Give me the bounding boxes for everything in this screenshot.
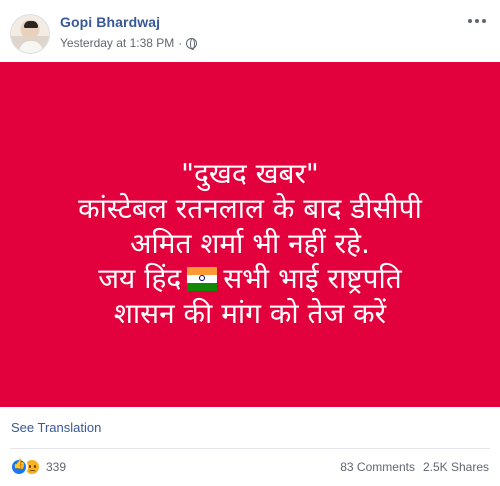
banner-line: सभी भाई राष्ट्रपति xyxy=(223,262,402,295)
meta-separator: · xyxy=(178,36,183,50)
more-dot xyxy=(482,19,486,23)
banner-line: जय हिंद xyxy=(98,262,182,295)
engagement-stats: 83 Comments 2.5K Shares xyxy=(340,460,489,474)
avatar-body xyxy=(18,40,44,53)
reaction-count: 339 xyxy=(46,460,67,474)
more-options-icon[interactable] xyxy=(465,14,489,28)
avatar-hair xyxy=(24,21,38,28)
reactions-summary[interactable]: 339 xyxy=(10,458,66,476)
post-timestamp[interactable]: Yesterday at 1:38 PM xyxy=(60,36,174,50)
shares-count[interactable]: 2.5K Shares xyxy=(423,460,489,474)
banner-line-with-flag: जय हिंद सभी भाई राष्ट्रपति xyxy=(98,261,401,296)
like-icon xyxy=(10,458,28,476)
banner-line: अमित शर्मा भी नहीं रहे. xyxy=(130,227,370,260)
divider xyxy=(10,448,490,449)
more-dot xyxy=(468,19,472,23)
india-flag-icon xyxy=(187,267,218,291)
comments-count[interactable]: 83 Comments xyxy=(340,460,415,474)
banner-line: "दुखद खबर" xyxy=(181,157,319,190)
more-dot xyxy=(475,19,479,23)
globe-icon[interactable] xyxy=(186,37,198,50)
post-meta: Yesterday at 1:38 PM · xyxy=(60,36,198,50)
author-name[interactable]: Gopi Bhardwaj xyxy=(60,14,160,30)
post-banner: "दुखद खबर" कांस्टेबल रतनलाल के बाद डीसीप… xyxy=(0,62,500,407)
see-translation-link[interactable]: See Translation xyxy=(11,420,101,435)
banner-line: कांस्टेबल रतनलाल के बाद डीसीपी xyxy=(78,192,422,225)
banner-line: शासन की मांग को तेज करें xyxy=(113,297,387,330)
post-header: Gopi Bhardwaj Yesterday at 1:38 PM · xyxy=(0,0,500,62)
author-avatar[interactable] xyxy=(10,14,50,54)
